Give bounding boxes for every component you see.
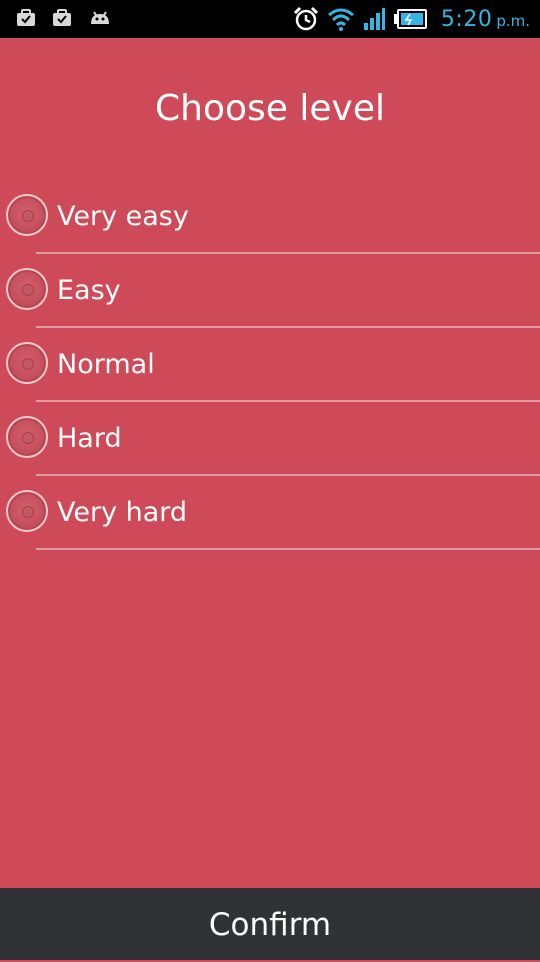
- clock-ampm: p.m.: [496, 11, 530, 30]
- level-label: Easy: [57, 275, 121, 306]
- wifi-icon: [327, 8, 354, 31]
- radio-indicator: [22, 358, 34, 370]
- radio-button[interactable]: [6, 416, 48, 458]
- signal-icon: [363, 8, 385, 30]
- radio-button[interactable]: [6, 490, 48, 532]
- level-label: Normal: [57, 349, 155, 380]
- briefcase-check-icon: [53, 9, 71, 26]
- level-label: Very easy: [57, 201, 189, 232]
- radio-button[interactable]: [6, 194, 48, 236]
- clock-time: 5:20: [440, 6, 493, 32]
- system-icons: 5:20 p.m.: [293, 4, 530, 34]
- level-option-easy[interactable]: Easy: [0, 254, 540, 328]
- page-title: Choose level: [155, 88, 385, 129]
- level-label: Very hard: [57, 497, 188, 528]
- status-bar: 5:20 p.m.: [0, 0, 540, 38]
- radio-button[interactable]: [6, 342, 48, 384]
- alarm-icon: [293, 6, 318, 31]
- radio-indicator: [22, 210, 34, 222]
- radio-button[interactable]: [6, 268, 48, 310]
- level-label: Hard: [57, 423, 122, 454]
- android-icon: [91, 11, 109, 24]
- level-radio-group: Very easy Easy Normal Hard Very hard: [0, 180, 540, 550]
- divider: [36, 548, 540, 550]
- radio-indicator: [22, 506, 34, 518]
- confirm-button[interactable]: Confirm: [0, 888, 540, 960]
- radio-indicator: [22, 432, 34, 444]
- level-option-very-easy[interactable]: Very easy: [0, 180, 540, 254]
- briefcase-check-icon: [17, 9, 35, 26]
- level-option-very-hard[interactable]: Very hard: [0, 476, 540, 550]
- radio-indicator: [22, 284, 34, 296]
- level-option-normal[interactable]: Normal: [0, 328, 540, 402]
- notification-icons: [16, 8, 112, 28]
- level-option-hard[interactable]: Hard: [0, 402, 540, 476]
- battery-charging-icon: [393, 9, 427, 29]
